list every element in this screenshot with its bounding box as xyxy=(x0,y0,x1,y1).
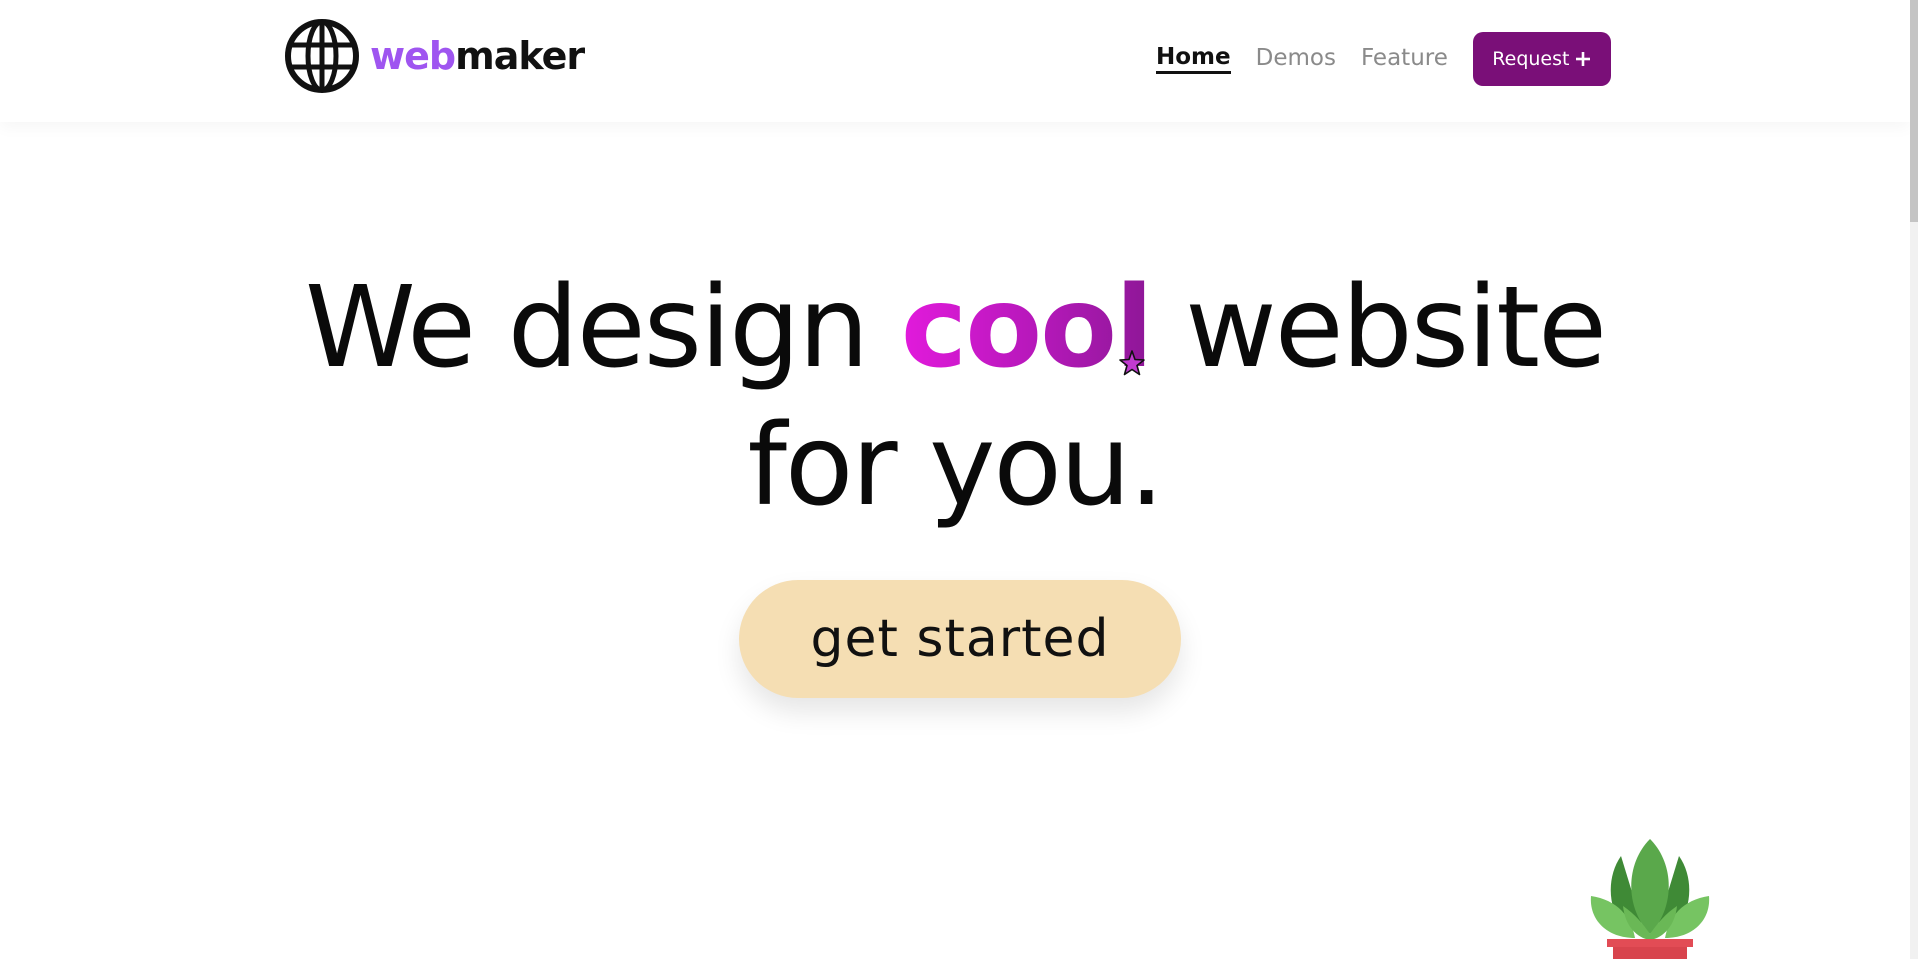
nav-home[interactable]: Home xyxy=(1156,44,1231,74)
plus-icon xyxy=(1576,52,1591,66)
page: webmaker Home Demos Feature Request We d… xyxy=(0,0,1918,959)
request-button[interactable]: Request xyxy=(1472,32,1611,86)
hero-heading-line-1: We design cool website xyxy=(0,272,1910,384)
logo-text-main: maker xyxy=(455,34,585,78)
logo-text-accent: web xyxy=(370,34,456,78)
scrollbar[interactable] xyxy=(1910,0,1918,959)
request-button-label: Request xyxy=(1492,48,1570,70)
potted-plant-icon xyxy=(1590,839,1710,959)
get-started-button[interactable]: get started xyxy=(739,580,1181,698)
star-cursor-icon xyxy=(1119,350,1145,376)
hero-text-before: We design xyxy=(304,263,901,393)
main-nav: Home Demos Feature Request xyxy=(1156,32,1611,86)
hero-heading-line-2: for you. xyxy=(747,401,1165,531)
logo[interactable]: webmaker xyxy=(284,18,585,94)
globe-icon xyxy=(285,19,359,93)
hero-text-after: website xyxy=(1151,263,1607,393)
nav-feature[interactable]: Feature xyxy=(1361,45,1448,73)
scrollbar-thumb[interactable] xyxy=(1910,0,1918,222)
logo-wordmark: webmaker xyxy=(370,34,585,78)
nav-demos[interactable]: Demos xyxy=(1256,45,1336,73)
hero-highlight-word: cool xyxy=(900,263,1154,393)
site-header: webmaker Home Demos Feature Request xyxy=(0,0,1910,122)
